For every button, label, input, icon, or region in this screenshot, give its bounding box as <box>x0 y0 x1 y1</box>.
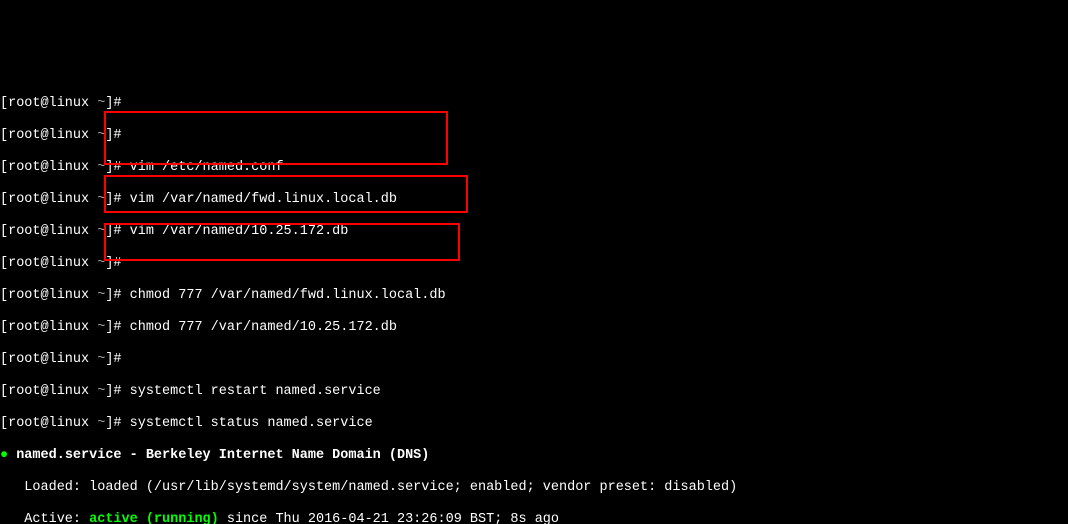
prompt-line: [root@linux ~]# <box>0 256 1068 272</box>
prompt-line: [root@linux ~]# <box>0 96 1068 112</box>
prompt-line: [root@linux ~]# <box>0 352 1068 368</box>
cmd-chmod-rev: chmod 777 /var/named/10.25.172.db <box>122 320 397 335</box>
status-loaded: Loaded: loaded (/usr/lib/systemd/system/… <box>0 480 1068 496</box>
cmd-vim-rev-db: vim /var/named/10.25.172.db <box>122 224 349 239</box>
status-active: Active: active (running) since Thu 2016-… <box>0 512 1068 524</box>
prompt-line: [root@linux ~]# systemctl restart named.… <box>0 384 1068 400</box>
cmd-vim-fwd-db: vim /var/named/fwd.linux.local.db <box>122 192 397 207</box>
cmd-vim-named-conf: vim /etc/named.conf <box>122 160 284 175</box>
status-bullet-icon: ● <box>0 448 8 463</box>
prompt-line: [root@linux ~]# systemctl status named.s… <box>0 416 1068 432</box>
cmd-systemctl-restart: systemctl restart named.service <box>122 384 381 399</box>
cmd-systemctl-status: systemctl status named.service <box>122 416 373 431</box>
prompt-end: ]# <box>105 96 121 111</box>
prompt-line: [root@linux ~]# vim /var/named/fwd.linux… <box>0 192 1068 208</box>
terminal-output[interactable]: [root@linux ~]# [root@linux ~]# [root@li… <box>0 80 1068 524</box>
prompt-line: [root@linux ~]# vim /var/named/10.25.172… <box>0 224 1068 240</box>
status-active-since: since Thu 2016-04-21 23:26:09 BST; 8s ag… <box>219 512 559 524</box>
status-active-value: active (running) <box>89 512 219 524</box>
prompt-user-host: [root@linux <box>0 96 97 111</box>
prompt-line: [root@linux ~]# <box>0 128 1068 144</box>
prompt-line: [root@linux ~]# chmod 777 /var/named/10.… <box>0 320 1068 336</box>
prompt-line: [root@linux ~]# chmod 777 /var/named/fwd… <box>0 288 1068 304</box>
status-header: ● named.service - Berkeley Internet Name… <box>0 448 1068 464</box>
status-title: named.service - Berkeley Internet Name D… <box>8 448 429 463</box>
cmd-chmod-fwd: chmod 777 /var/named/fwd.linux.local.db <box>122 288 446 303</box>
prompt-line: [root@linux ~]# vim /etc/named.conf <box>0 160 1068 176</box>
